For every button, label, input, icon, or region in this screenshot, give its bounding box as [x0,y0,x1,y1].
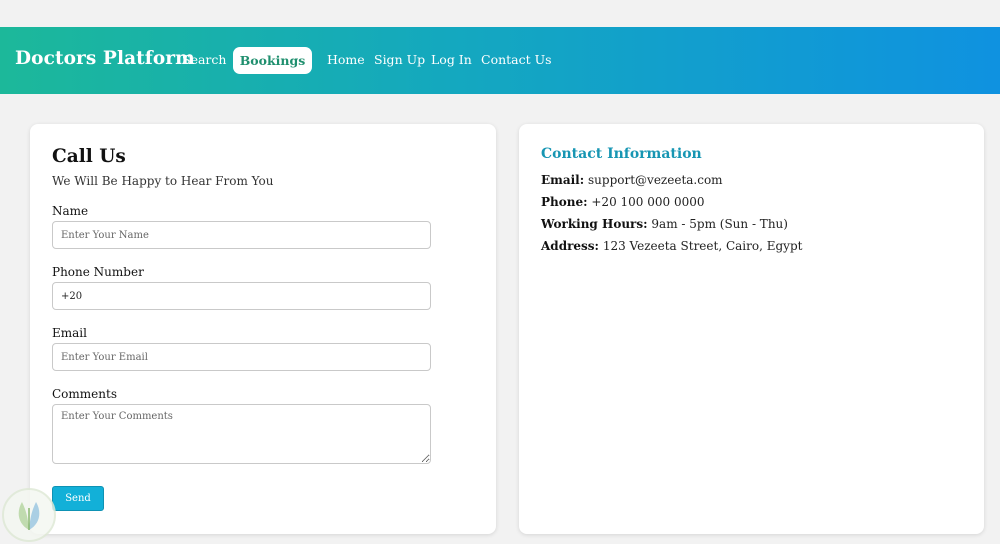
nav-bookings[interactable]: Bookings [233,47,312,74]
watermark-logo-icon [2,488,56,542]
comments-textarea[interactable] [52,404,431,464]
info-email-label: Email: [541,173,585,187]
contact-info-card: Contact Information Email: support@vezee… [519,124,984,534]
phone-label: Phone Number [52,265,144,279]
form-title: Call Us [52,146,126,167]
contact-form-card: Call Us We Will Be Happy to Hear From Yo… [30,124,496,534]
info-email-value: support@vezeeta.com [588,173,723,187]
nav-home[interactable]: Home [327,52,365,67]
name-label: Name [52,204,89,218]
nav-sign-up[interactable]: Sign Up [374,52,425,67]
info-hours-value: 9am - 5pm (Sun - Thu) [651,217,788,231]
name-input[interactable] [52,221,431,249]
nav-contact-us[interactable]: Contact Us [481,52,552,67]
info-phone-label: Phone: [541,195,588,209]
comments-label: Comments [52,387,117,401]
nav-search[interactable]: Search [182,52,226,67]
info-hours-row: Working Hours: 9am - 5pm (Sun - Thu) [541,217,788,231]
nav-log-in[interactable]: Log In [431,52,472,67]
email-input[interactable] [52,343,431,371]
info-address-label: Address: [541,239,599,253]
send-button[interactable]: Send [52,486,104,511]
email-label: Email [52,326,87,340]
info-address-value: 123 Vezeeta Street, Cairo, Egypt [602,239,803,253]
contact-info-title: Contact Information [541,146,702,162]
form-subtitle: We Will Be Happy to Hear From You [52,174,274,188]
info-phone-value: +20 100 000 0000 [591,195,705,209]
brand-title[interactable]: Doctors Platform [15,48,195,69]
info-address-row: Address: 123 Vezeeta Street, Cairo, Egyp… [541,239,802,253]
info-email-row: Email: support@vezeeta.com [541,173,723,187]
info-phone-row: Phone: +20 100 000 0000 [541,195,705,209]
phone-input[interactable] [52,282,431,310]
navbar: Doctors Platform Search Bookings Home Si… [0,27,1000,94]
info-hours-label: Working Hours: [541,217,648,231]
